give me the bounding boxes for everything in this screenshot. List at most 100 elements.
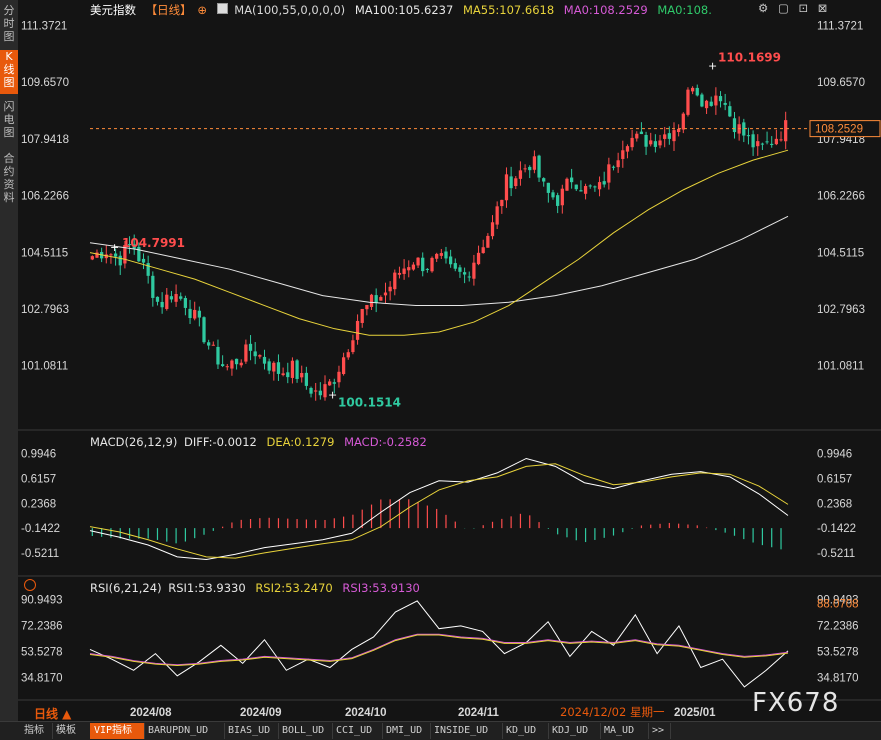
candle-body [230, 360, 234, 369]
rsi-rsi1: RSI1:53.9330 [168, 581, 246, 595]
candle-body [113, 253, 118, 257]
rail-tab-1[interactable]: K线图 [0, 50, 18, 94]
rsi-y-label-right: 53.5278 [817, 647, 859, 659]
bottom-tab-3[interactable]: BARUPDN_UD [144, 723, 225, 739]
bottom-tab-12[interactable]: >> [648, 723, 671, 739]
macd-y-label-left: 0.9946 [21, 449, 56, 461]
bottom-tab-5[interactable]: BOLL_UD [278, 723, 333, 739]
candle-body [188, 308, 192, 319]
bottom-tab-9[interactable]: KD_UD [502, 723, 549, 739]
candle-body [379, 297, 383, 301]
rsi-y-label-left: 90.9493 [21, 595, 63, 607]
candle-body [444, 251, 448, 259]
candle-body [500, 199, 504, 207]
window-controls: ⚙ ▢ ⊡ ⊠ [758, 1, 833, 15]
rsi-header: RSI(6,21,24) RSI1:53.9330 RSI2:53.2470 R… [90, 581, 426, 595]
rail-tab-0[interactable]: 分时图 [0, 4, 18, 44]
candle-body [756, 141, 760, 147]
candle-body [207, 342, 211, 346]
candle-body [667, 133, 671, 139]
bottom-tab-8[interactable]: INSIDE_UD [430, 723, 503, 739]
macd-macd: MACD:-0.2582 [344, 435, 427, 449]
bottom-tab-0[interactable]: 指标 [20, 723, 53, 739]
candle-body [318, 390, 322, 396]
candle-body [290, 360, 295, 378]
high-marker: + [708, 59, 717, 72]
candle-body [365, 304, 369, 310]
bottom-tab-7[interactable]: DMI_UD [382, 723, 431, 739]
candle-body [751, 134, 755, 148]
bottom-tab-1[interactable]: 模板 [52, 723, 91, 739]
crosshair-icon[interactable]: ⊕ [197, 3, 207, 17]
bottom-tab-6[interactable]: CCI_UD [332, 723, 383, 739]
rail-tab-3[interactable]: 合约资料 [0, 152, 18, 212]
candle-body [690, 87, 695, 92]
candle-body [681, 113, 685, 130]
left-high-annotation: 104.7991 [122, 236, 185, 250]
candle-body [574, 184, 578, 190]
main-y-label-left: 101.0811 [21, 361, 68, 373]
close-icon[interactable]: ⊠ [818, 1, 828, 15]
candle-body [700, 94, 704, 107]
rsi-title: RSI(6,21,24) [90, 581, 162, 595]
candle-body [309, 387, 313, 394]
candle-body [267, 361, 271, 371]
macd-y-label-left: -0.5211 [21, 548, 59, 560]
candle-body [383, 292, 388, 296]
candle-body [644, 134, 648, 147]
candle-body [435, 253, 439, 259]
macd-y-label-left: -0.1422 [21, 523, 60, 535]
ma100-line [89, 215, 789, 307]
macd-title: MACD(26,12,9) [90, 435, 178, 449]
chart-area[interactable]: 111.3721 111.3721 109.6570 109.6570 107.9418… [18, 0, 881, 721]
candle-body [588, 185, 592, 187]
candle-body [244, 344, 248, 362]
candle-body [258, 355, 262, 357]
candle-body [607, 164, 611, 183]
main-y-label-left: 102.7963 [21, 304, 69, 316]
bottom-tab-11[interactable]: MA_UD [600, 723, 649, 739]
candle-body [686, 89, 690, 115]
period-selector[interactable]: 日线 ▲ [34, 705, 71, 722]
rsi-y-label-right: 88.0708 [817, 599, 859, 611]
expand-icon[interactable]: ⊡ [799, 1, 809, 15]
candle-body [328, 381, 332, 386]
candle-body [760, 143, 765, 145]
candle-body [337, 371, 341, 383]
candle-body [360, 308, 364, 323]
candle-body [765, 141, 769, 143]
bottom-tab-2[interactable]: VIP指标 [90, 723, 145, 739]
main-y-label-left: 107.9418 [21, 134, 69, 146]
candle-body [616, 160, 620, 168]
restore-icon[interactable]: ▢ [778, 1, 789, 15]
macd-y-label-right: 0.2368 [817, 498, 852, 510]
chart-canvas[interactable]: 111.3721 111.3721 109.6570 109.6570 107.9418… [18, 0, 881, 721]
cursor-date: 2024/12/02 星期一 [560, 705, 665, 719]
candle-body [332, 382, 336, 384]
main-y-label-right: 111.3721 [817, 21, 863, 33]
candle-body [253, 351, 257, 357]
ma0-value-a: MA0:108.2529 [563, 3, 648, 17]
candle-body [197, 310, 201, 318]
candle-body [369, 294, 374, 307]
candle-body [653, 141, 658, 147]
bottom-tab-10[interactable]: KDJ_UD [548, 723, 601, 739]
x-axis-label: 2024/11 [458, 707, 500, 719]
candle-body [728, 106, 732, 117]
candle-body [732, 118, 737, 133]
indicator-target-icon[interactable] [24, 579, 36, 591]
candle-body [165, 294, 169, 309]
candle-body [449, 256, 453, 265]
bottom-tab-4[interactable]: BIAS_UD [224, 723, 279, 739]
candle-body [635, 133, 639, 139]
candle-body [439, 253, 443, 256]
settings-icon[interactable]: ⚙ [758, 1, 768, 15]
candle-body [179, 296, 183, 299]
rail-tab-2[interactable]: 闪电图 [0, 100, 18, 146]
rsi-y-label-right: 72.2386 [817, 621, 859, 633]
period-tag[interactable]: 【日线】 [146, 3, 192, 17]
ma-settings-icon[interactable] [216, 3, 228, 14]
ma55-value: MA55:107.6618 [462, 3, 555, 17]
candle-body [234, 358, 239, 365]
macd-y-label-left: 0.6157 [21, 473, 56, 485]
